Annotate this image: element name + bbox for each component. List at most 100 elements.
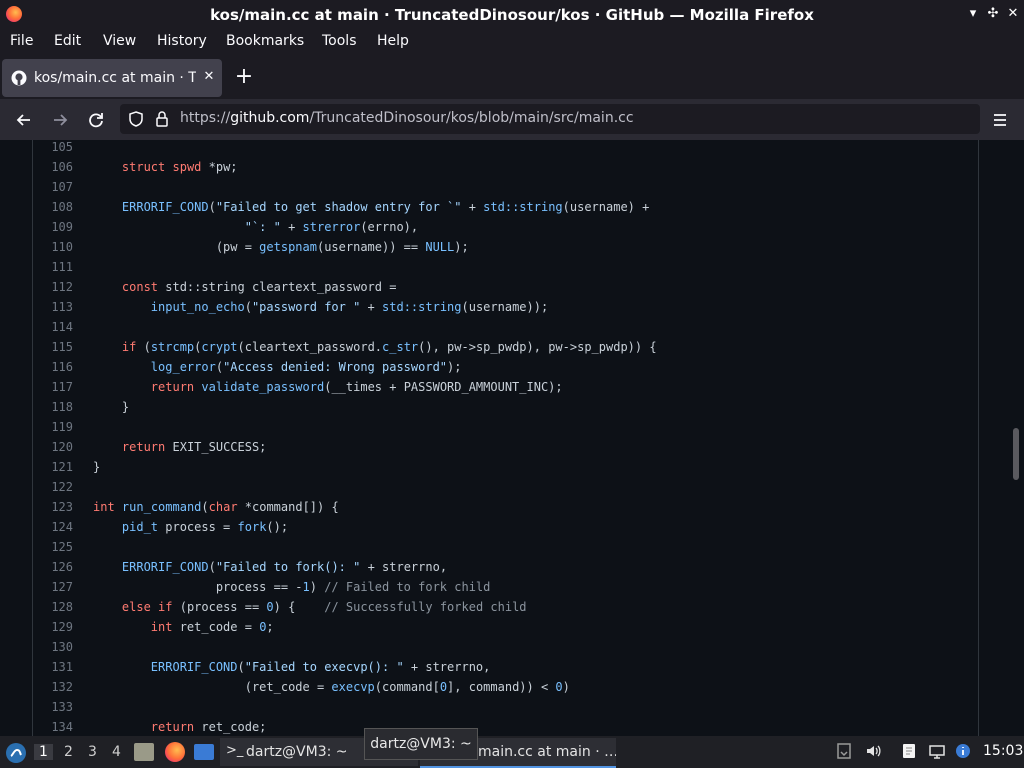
url-path: /TruncatedDinosour/kos/blob/main/src/mai… <box>309 110 634 126</box>
line-number[interactable]: 118 <box>40 397 73 417</box>
line-number[interactable]: 127 <box>40 577 73 597</box>
line-number[interactable]: 123 <box>40 497 73 517</box>
taskbar-tooltip: dartz@VM3: ~ <box>364 728 478 760</box>
line-number[interactable]: 121 <box>40 457 73 477</box>
app-menu-icon[interactable] <box>987 107 1013 133</box>
line-source: } <box>93 460 101 474</box>
code-line: 129 int ret_code = 0; <box>0 617 978 637</box>
workspace-4[interactable]: 4 <box>112 744 121 760</box>
line-number[interactable]: 111 <box>40 257 73 277</box>
code-line: 109 "`: " + strerror(errno), <box>0 217 978 237</box>
code-line: 116 log_error("Access denied: Wrong pass… <box>0 357 978 377</box>
code-line: 120 return EXIT_SUCCESS; <box>0 437 978 457</box>
clock: 15:03 <box>983 743 1024 759</box>
github-icon <box>11 70 27 86</box>
code-line: 114 <box>0 317 978 337</box>
code-line: 128 else if (process == 0) { // Successf… <box>0 597 978 617</box>
code-line: 108 ERRORIF_COND("Failed to get shadow e… <box>0 197 978 217</box>
code-line: 117 return validate_password(__times + P… <box>0 377 978 397</box>
line-source: log_error("Access denied: Wrong password… <box>150 360 462 374</box>
line-source: pid_t process = fork(); <box>121 520 289 534</box>
menu-help[interactable]: Help <box>377 33 409 49</box>
back-icon[interactable] <box>11 107 37 133</box>
line-number[interactable]: 113 <box>40 297 73 317</box>
task-terminal-label: dartz@VM3: ~ <box>246 744 348 760</box>
code-line: 134 return ret_code; <box>0 717 978 736</box>
line-number[interactable]: 120 <box>40 437 73 457</box>
line-source: const std::string cleartext_password = <box>121 280 397 294</box>
window-titlebar: kos/main.cc at main · TruncatedDinosour/… <box>0 0 1024 29</box>
tab-main-cc[interactable]: kos/main.cc at main · TruncatedDinosour/… <box>2 59 222 97</box>
menu-file[interactable]: File <box>10 33 33 49</box>
line-source: } <box>93 400 130 414</box>
menu-bar: File Edit View History Bookmarks Tools H… <box>0 29 1024 55</box>
line-number[interactable]: 115 <box>40 337 73 357</box>
scrollbar-thumb[interactable] <box>1013 428 1019 480</box>
line-source: process == -1) // Failed to fork child <box>93 580 491 594</box>
menu-edit[interactable]: Edit <box>54 33 81 49</box>
line-number[interactable]: 109 <box>40 217 73 237</box>
line-number[interactable]: 116 <box>40 357 73 377</box>
desktop-icon[interactable] <box>194 744 214 760</box>
menu-bookmarks[interactable]: Bookmarks <box>226 33 304 49</box>
tab-close-icon[interactable]: ✕ <box>200 68 218 86</box>
forward-icon[interactable] <box>47 107 73 133</box>
line-number[interactable]: 133 <box>40 697 73 717</box>
minimize-icon[interactable]: ▾ <box>964 4 982 24</box>
code-line: 125 <box>0 537 978 557</box>
reload-icon[interactable] <box>83 107 109 133</box>
line-source: ERRORIF_COND("Failed to fork(): " + stre… <box>121 560 448 574</box>
code-line: 130 <box>0 637 978 657</box>
code-line: 121} <box>0 457 978 477</box>
workspace-1[interactable]: 1 <box>34 744 53 760</box>
line-number[interactable]: 108 <box>40 197 73 217</box>
menu-view[interactable]: View <box>103 33 136 49</box>
info-icon[interactable] <box>954 742 972 760</box>
maximize-icon[interactable]: ✣ <box>984 4 1002 24</box>
line-number[interactable]: 131 <box>40 657 73 677</box>
code-line: 110 (pw = getspnam(username)) == NULL); <box>0 237 978 257</box>
line-number[interactable]: 110 <box>40 237 73 257</box>
line-number[interactable]: 128 <box>40 597 73 617</box>
volume-icon[interactable] <box>864 742 882 760</box>
line-number[interactable]: 125 <box>40 537 73 557</box>
url-text[interactable]: https://github.com/TruncatedDinosour/kos… <box>180 110 634 126</box>
code-line: 133 <box>0 697 978 717</box>
code-line: 112 const std::string cleartext_password… <box>0 277 978 297</box>
clipboard-icon[interactable] <box>835 742 853 760</box>
network-icon[interactable] <box>928 742 946 760</box>
workspace-2[interactable]: 2 <box>64 744 73 760</box>
line-number[interactable]: 112 <box>40 277 73 297</box>
line-number[interactable]: 106 <box>40 157 73 177</box>
file-manager-icon[interactable] <box>134 743 154 761</box>
line-source: (ret_code = execvp(command[0], command))… <box>93 680 570 694</box>
line-number[interactable]: 134 <box>40 717 73 736</box>
code-line: 127 process == -1) // Failed to fork chi… <box>0 577 978 597</box>
new-tab-icon[interactable]: + <box>233 64 255 90</box>
line-number[interactable]: 107 <box>40 177 73 197</box>
code-line: 124 pid_t process = fork(); <box>0 517 978 537</box>
menu-history[interactable]: History <box>157 33 207 49</box>
line-number[interactable]: 129 <box>40 617 73 637</box>
line-number[interactable]: 117 <box>40 377 73 397</box>
line-number[interactable]: 119 <box>40 417 73 437</box>
line-number[interactable]: 126 <box>40 557 73 577</box>
start-menu-icon[interactable] <box>5 742 27 764</box>
lock-icon[interactable] <box>152 109 172 129</box>
line-number[interactable]: 114 <box>40 317 73 337</box>
line-number[interactable]: 132 <box>40 677 73 697</box>
close-icon[interactable]: ✕ <box>1004 4 1022 24</box>
line-number[interactable]: 122 <box>40 477 73 497</box>
line-number[interactable]: 130 <box>40 637 73 657</box>
code-line: 111 <box>0 257 978 277</box>
code-line: 131 ERRORIF_COND("Failed to execvp(): " … <box>0 657 978 677</box>
firefox-launcher-icon[interactable] <box>165 742 185 762</box>
notes-icon[interactable] <box>900 742 918 760</box>
line-number[interactable]: 105 <box>40 140 73 157</box>
menu-tools[interactable]: Tools <box>322 33 357 49</box>
workspace-3[interactable]: 3 <box>88 744 97 760</box>
shield-icon[interactable] <box>126 109 146 129</box>
code-line: 123 int run_command(char *command[]) { <box>0 497 978 517</box>
line-number[interactable]: 124 <box>40 517 73 537</box>
code-block: 105 106 struct spwd *pw; 107 108 ERRORIF_CO… <box>0 140 978 736</box>
